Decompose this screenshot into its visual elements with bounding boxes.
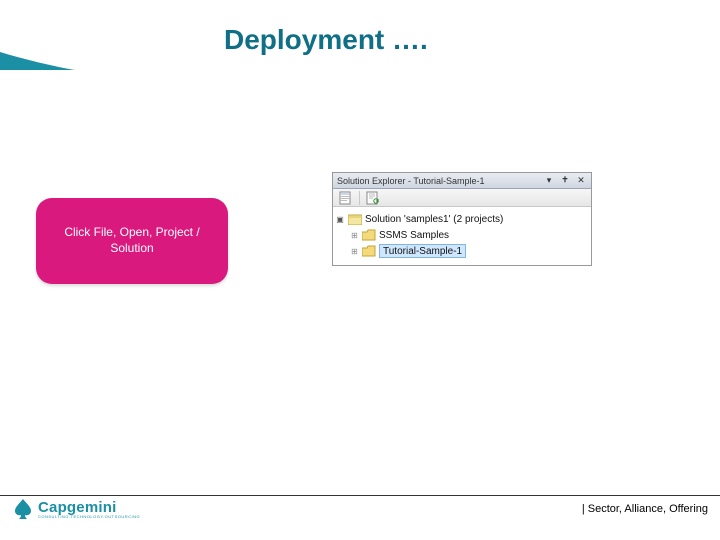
tree-node-label: SSMS Samples <box>379 230 449 241</box>
refresh-icon[interactable] <box>366 191 380 205</box>
expander-icon[interactable]: ▣ <box>335 214 345 224</box>
tree-root-label: Solution 'samples1' (2 projects) <box>365 214 503 225</box>
slide-title: Deployment …. <box>224 24 428 56</box>
folder-icon <box>362 229 376 241</box>
spade-icon <box>14 498 32 520</box>
explorer-toolbar <box>333 189 591 207</box>
dropdown-icon[interactable]: ▾ <box>543 176 555 186</box>
expander-collapsed-icon[interactable]: ⊞ <box>349 230 359 240</box>
tree-node[interactable]: ⊞ Tutorial-Sample-1 <box>335 243 589 259</box>
explorer-tree: ▣ Solution 'samples1' (2 projects) ⊞ SSM… <box>333 207 591 265</box>
footer-divider <box>0 495 720 496</box>
tree-node-label: Tutorial-Sample-1 <box>383 246 462 257</box>
selected-node: Tutorial-Sample-1 <box>379 244 466 258</box>
logo-tagline: CONSULTING.TECHNOLOGY.OUTSOURCING <box>38 515 140 519</box>
company-logo: Capgemini CONSULTING.TECHNOLOGY.OUTSOURC… <box>14 498 140 520</box>
decorative-arc <box>0 0 260 70</box>
instruction-text: Click File, Open, Project / Solution <box>64 225 199 256</box>
solution-explorer-panel: Solution Explorer - Tutorial-Sample-1 ▾ … <box>332 172 592 266</box>
toolbar-separator <box>359 191 360 205</box>
instruction-callout: Click File, Open, Project / Solution <box>36 198 228 284</box>
solution-icon <box>348 213 362 225</box>
explorer-titlebar: Solution Explorer - Tutorial-Sample-1 ▾ … <box>333 173 591 189</box>
logo-text: Capgemini <box>38 500 140 515</box>
folder-icon <box>362 245 376 257</box>
pin-icon[interactable] <box>559 176 571 186</box>
explorer-title: Solution Explorer - Tutorial-Sample-1 <box>337 176 485 186</box>
slide: Deployment …. Click File, Open, Project … <box>0 0 720 540</box>
footer-text: | Sector, Alliance, Offering <box>582 503 708 515</box>
tree-node[interactable]: ⊞ SSMS Samples <box>335 227 589 243</box>
close-icon[interactable]: ✕ <box>575 176 587 186</box>
expander-collapsed-icon[interactable]: ⊞ <box>349 246 359 256</box>
properties-icon[interactable] <box>339 191 353 205</box>
tree-root[interactable]: ▣ Solution 'samples1' (2 projects) <box>335 211 589 227</box>
